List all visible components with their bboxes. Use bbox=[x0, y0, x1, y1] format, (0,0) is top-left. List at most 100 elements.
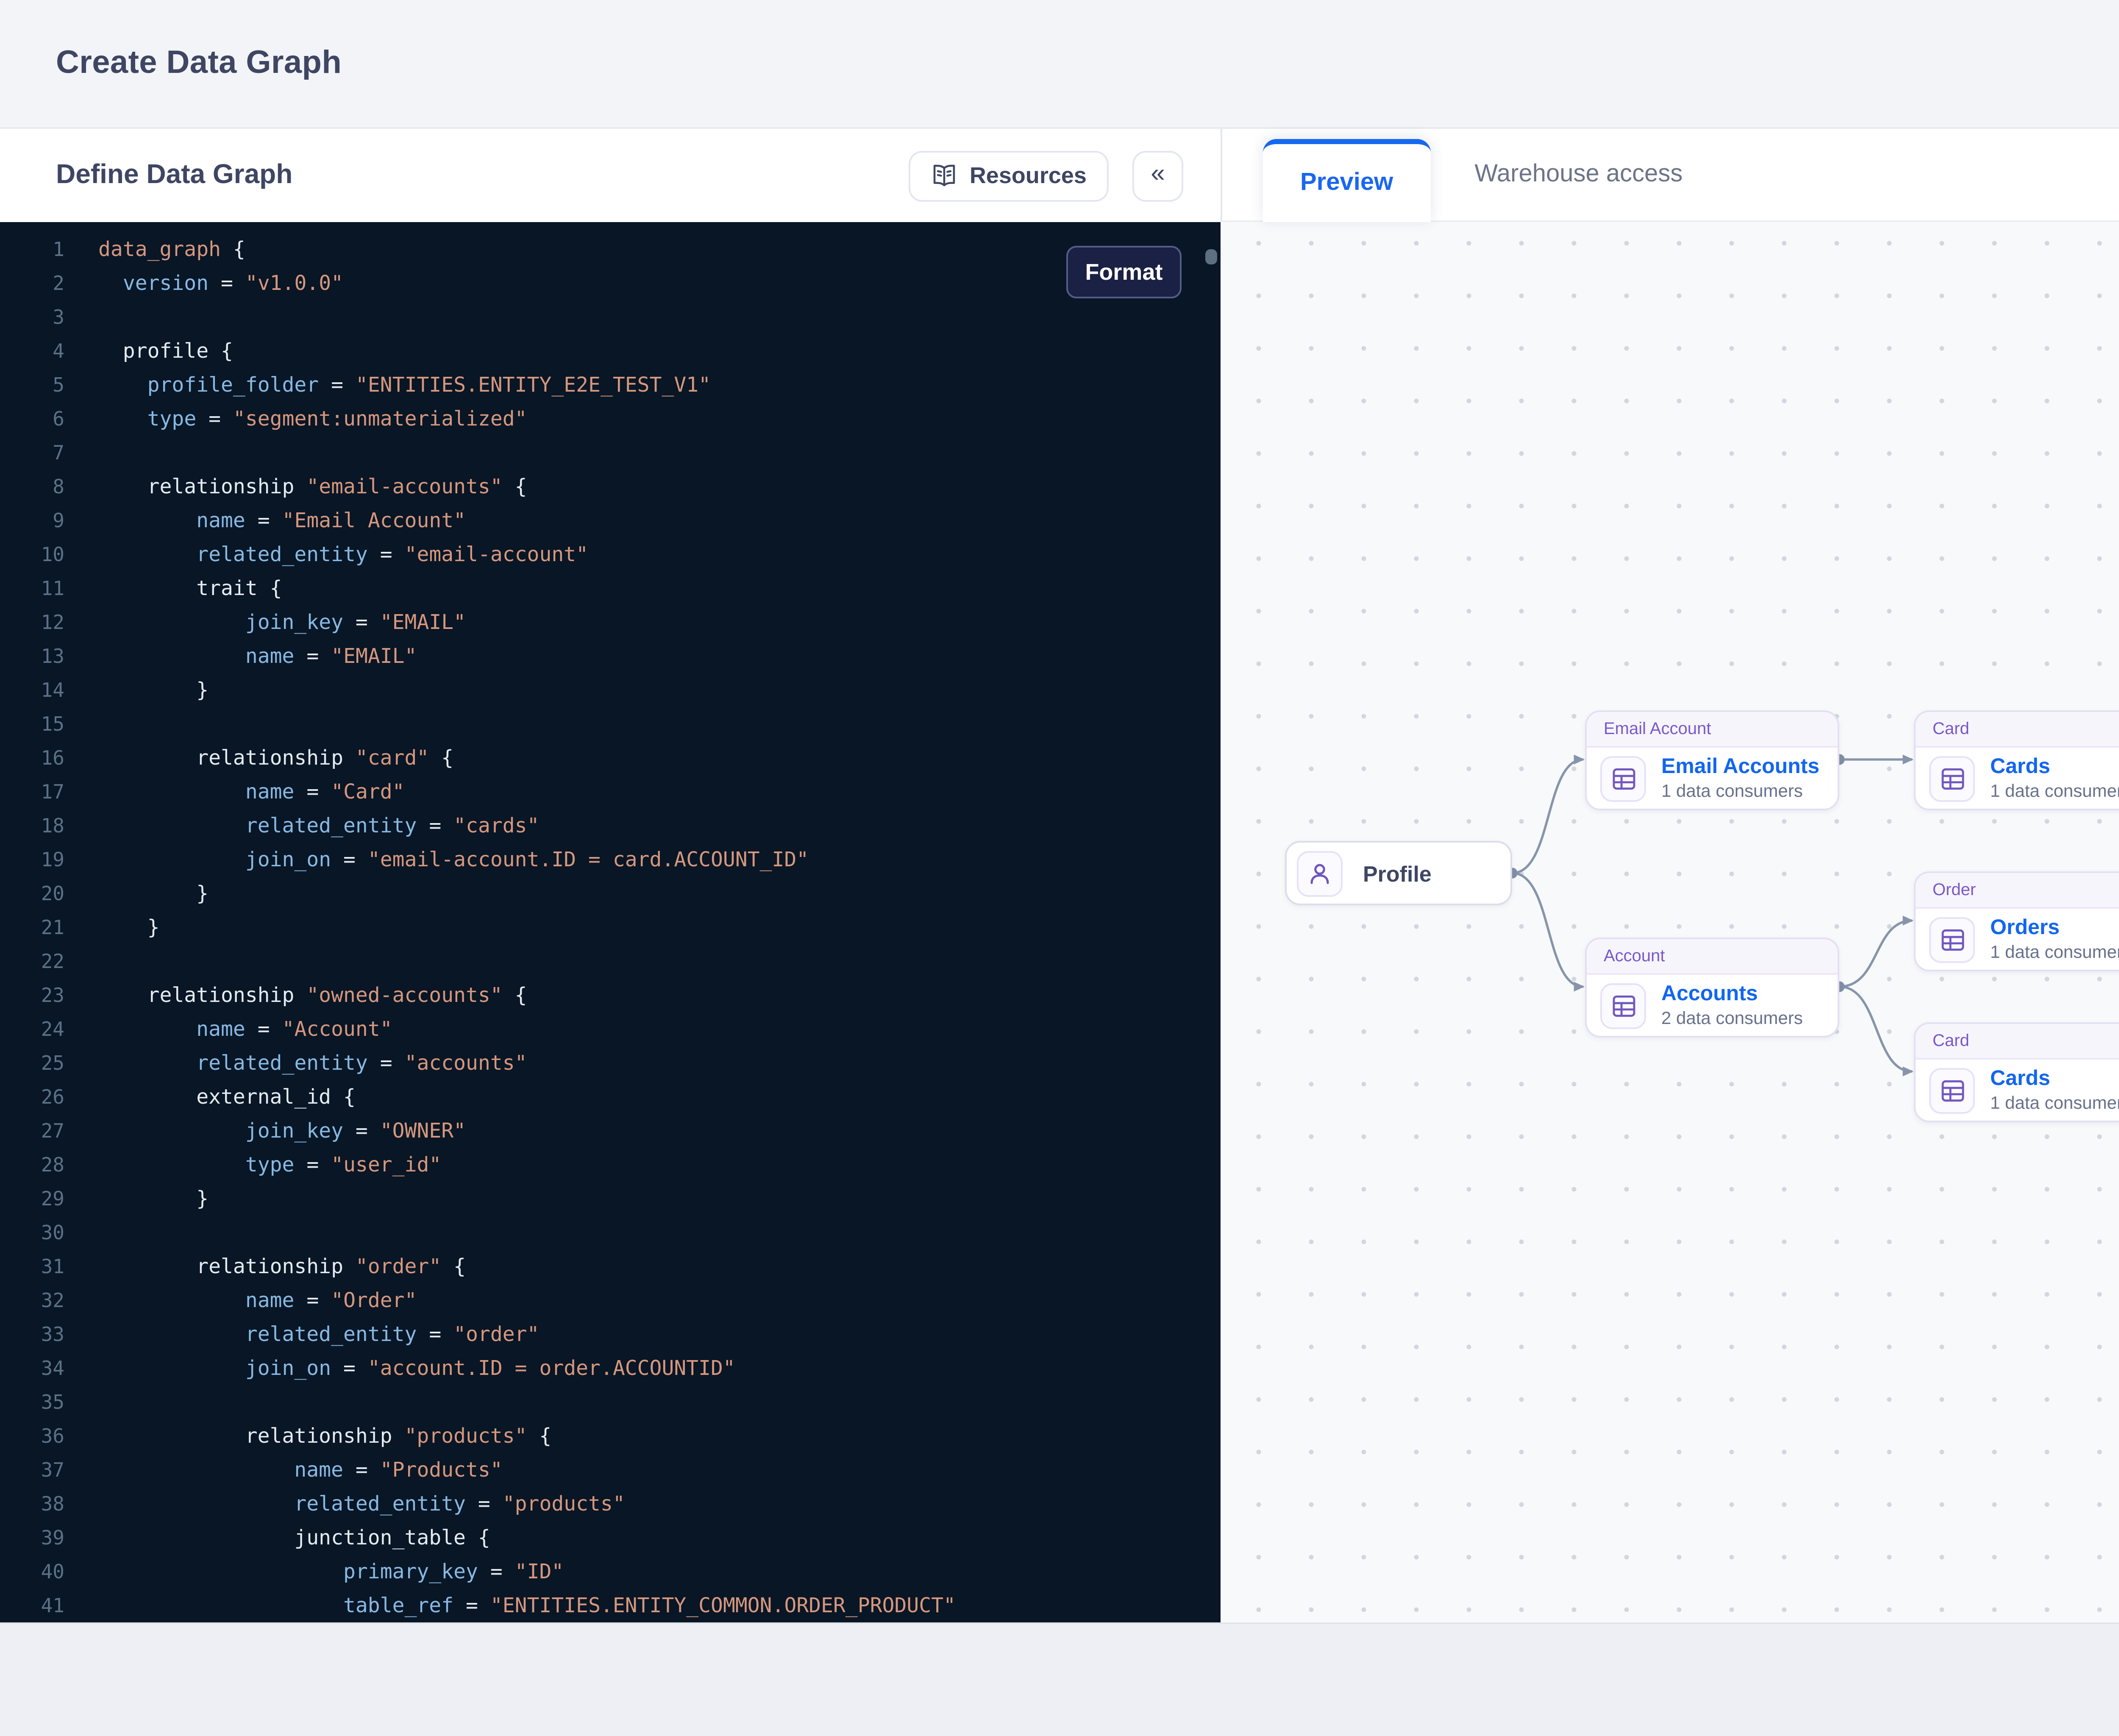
code-line[interactable]: 4 profile { bbox=[0, 334, 1221, 368]
code-line[interactable]: 11 trait { bbox=[0, 571, 1221, 605]
code-line[interactable]: 1data_graph { bbox=[0, 232, 1221, 266]
line-number: 20 bbox=[0, 876, 64, 910]
chevrons-left-icon: « bbox=[1151, 161, 1165, 186]
resources-button[interactable]: Resources bbox=[909, 150, 1109, 201]
graph-node-email-account[interactable]: Email AccountEmail Accounts1 data consum… bbox=[1585, 710, 1839, 810]
person-icon bbox=[1297, 850, 1343, 896]
code-line[interactable]: 27 join_key = "OWNER" bbox=[0, 1114, 1221, 1148]
line-number: 40 bbox=[0, 1555, 64, 1589]
code-line[interactable]: 13 name = "EMAIL" bbox=[0, 639, 1221, 673]
code-line[interactable]: 22 bbox=[0, 944, 1221, 978]
table-icon bbox=[1600, 755, 1646, 801]
line-number: 27 bbox=[0, 1114, 64, 1148]
line-number: 35 bbox=[0, 1385, 64, 1419]
tab-preview-label: Preview bbox=[1300, 170, 1393, 197]
format-button[interactable]: Format bbox=[1066, 246, 1182, 298]
node-consumer-count: 1 data consumers bbox=[1990, 1093, 2119, 1113]
code-line[interactable]: 9 name = "Email Account" bbox=[0, 504, 1221, 537]
code-line[interactable]: 32 name = "Order" bbox=[0, 1283, 1221, 1317]
line-number: 31 bbox=[0, 1249, 64, 1283]
node-title-link[interactable]: Accounts bbox=[1661, 982, 1803, 1007]
node-consumer-count: 1 data consumer bbox=[1990, 781, 2119, 801]
code-line[interactable]: 7 bbox=[0, 436, 1221, 470]
code-line[interactable]: 39 junction_table { bbox=[0, 1521, 1221, 1555]
line-number: 18 bbox=[0, 809, 64, 843]
node-profile[interactable]: Profile bbox=[1285, 841, 1512, 905]
create-data-graph-page: Create Data Graph Cancel Define Data Gra… bbox=[0, 0, 2119, 1736]
line-number: 25 bbox=[0, 1046, 64, 1080]
code-line[interactable]: 14 } bbox=[0, 673, 1221, 707]
code-line[interactable]: 37 name = "Products" bbox=[0, 1453, 1221, 1487]
code-line[interactable]: 8 relationship "email-accounts" { bbox=[0, 470, 1221, 504]
line-number: 6 bbox=[0, 402, 64, 436]
resources-button-label: Resources bbox=[970, 163, 1087, 188]
graph-canvas[interactable]: Profile Email AccountEmail Accounts1 dat… bbox=[1221, 222, 2119, 1622]
code-line[interactable]: 18 related_entity = "cards" bbox=[0, 809, 1221, 843]
node-body: Email Accounts1 data consumers bbox=[1587, 748, 1838, 809]
code-line[interactable]: 25 related_entity = "accounts" bbox=[0, 1046, 1221, 1080]
node-body: Cards1 data consumer bbox=[1916, 748, 2119, 809]
app-header: Create Data Graph Cancel bbox=[0, 0, 2119, 129]
preview-tabbar: Preview Warehouse access bbox=[1221, 129, 2119, 222]
code-line[interactable]: 19 join_on = "email-account.ID = card.AC… bbox=[0, 843, 1221, 876]
line-number: 8 bbox=[0, 470, 64, 504]
code-line[interactable]: 20 } bbox=[0, 876, 1221, 910]
tab-preview[interactable]: Preview bbox=[1263, 139, 1430, 222]
code-line[interactable]: 31 relationship "order" { bbox=[0, 1249, 1221, 1283]
code-line[interactable]: 17 name = "Card" bbox=[0, 775, 1221, 809]
panel-header-actions: Resources « bbox=[909, 150, 1183, 201]
line-number: 19 bbox=[0, 843, 64, 876]
node-header-label: Account bbox=[1587, 939, 1838, 975]
code-line[interactable]: 33 related_entity = "order" bbox=[0, 1317, 1221, 1351]
code-line[interactable]: 10 related_entity = "email-account" bbox=[0, 537, 1221, 571]
code-line[interactable]: 24 name = "Account" bbox=[0, 1012, 1221, 1046]
line-number: 3 bbox=[0, 300, 64, 334]
app-footer: Save bbox=[0, 1622, 2119, 1736]
code-line[interactable]: 28 type = "user_id" bbox=[0, 1148, 1221, 1182]
graph-node-order[interactable]: OrderOrders1 data consumers bbox=[1914, 871, 2119, 971]
code-line[interactable]: 5 profile_folder = "ENTITIES.ENTITY_E2E_… bbox=[0, 368, 1221, 402]
line-number: 29 bbox=[0, 1182, 64, 1216]
node-consumer-count: 1 data consumers bbox=[1661, 781, 1819, 801]
panel-title: Define Data Graph bbox=[56, 160, 292, 191]
node-profile-label: Profile bbox=[1363, 860, 1432, 886]
graph-node-card-top[interactable]: CardCards1 data consumer bbox=[1914, 710, 2119, 810]
line-number: 17 bbox=[0, 775, 64, 809]
code-line[interactable]: 40 primary_key = "ID" bbox=[0, 1555, 1221, 1589]
line-number: 7 bbox=[0, 436, 64, 470]
code-line[interactable]: 38 related_entity = "products" bbox=[0, 1487, 1221, 1521]
node-body: Orders1 data consumers bbox=[1916, 909, 2119, 970]
code-line[interactable]: 3 bbox=[0, 300, 1221, 334]
code-line[interactable]: 29 } bbox=[0, 1182, 1221, 1216]
line-number: 2 bbox=[0, 266, 64, 300]
editor-scrollbar[interactable] bbox=[1205, 249, 1217, 264]
node-title-link[interactable]: Cards bbox=[1990, 755, 2119, 779]
code-line[interactable]: 23 relationship "owned-accounts" { bbox=[0, 978, 1221, 1012]
code-line[interactable]: 35 bbox=[0, 1385, 1221, 1419]
graph-edge bbox=[1839, 921, 1912, 987]
graph-node-card-bottom[interactable]: CardCards1 data consumers bbox=[1914, 1022, 2119, 1122]
graph-node-account[interactable]: AccountAccounts2 data consumers bbox=[1585, 938, 1839, 1038]
collapse-panel-button[interactable]: « bbox=[1132, 150, 1183, 201]
code-line[interactable]: 15 bbox=[0, 707, 1221, 741]
code-line[interactable]: 36 relationship "products" { bbox=[0, 1419, 1221, 1453]
table-icon bbox=[1929, 916, 1975, 962]
code-line[interactable]: 34 join_on = "account.ID = order.ACCOUNT… bbox=[0, 1351, 1221, 1385]
code-line[interactable]: 16 relationship "card" { bbox=[0, 741, 1221, 775]
line-number: 15 bbox=[0, 707, 64, 741]
code-editor[interactable]: 1data_graph {2 version = "v1.0.0"34 prof… bbox=[0, 222, 1221, 1622]
code-line[interactable]: 41 table_ref = "ENTITIES.ENTITY_COMMON.O… bbox=[0, 1589, 1221, 1622]
node-body: Cards1 data consumers bbox=[1916, 1060, 2119, 1121]
code-line[interactable]: 30 bbox=[0, 1216, 1221, 1249]
code-line[interactable]: 26 external_id { bbox=[0, 1080, 1221, 1114]
line-number: 23 bbox=[0, 978, 64, 1012]
node-title-link[interactable]: Email Accounts bbox=[1661, 755, 1819, 779]
tab-warehouse-access[interactable]: Warehouse access bbox=[1430, 129, 1727, 220]
code-line[interactable]: 2 version = "v1.0.0" bbox=[0, 266, 1221, 300]
node-title-link[interactable]: Orders bbox=[1990, 916, 2119, 940]
code-line[interactable]: 21 } bbox=[0, 910, 1221, 944]
code-line[interactable]: 12 join_key = "EMAIL" bbox=[0, 605, 1221, 639]
node-title-link[interactable]: Cards bbox=[1990, 1067, 2119, 1091]
graph-edge bbox=[1839, 987, 1912, 1071]
code-line[interactable]: 6 type = "segment:unmaterialized" bbox=[0, 402, 1221, 436]
